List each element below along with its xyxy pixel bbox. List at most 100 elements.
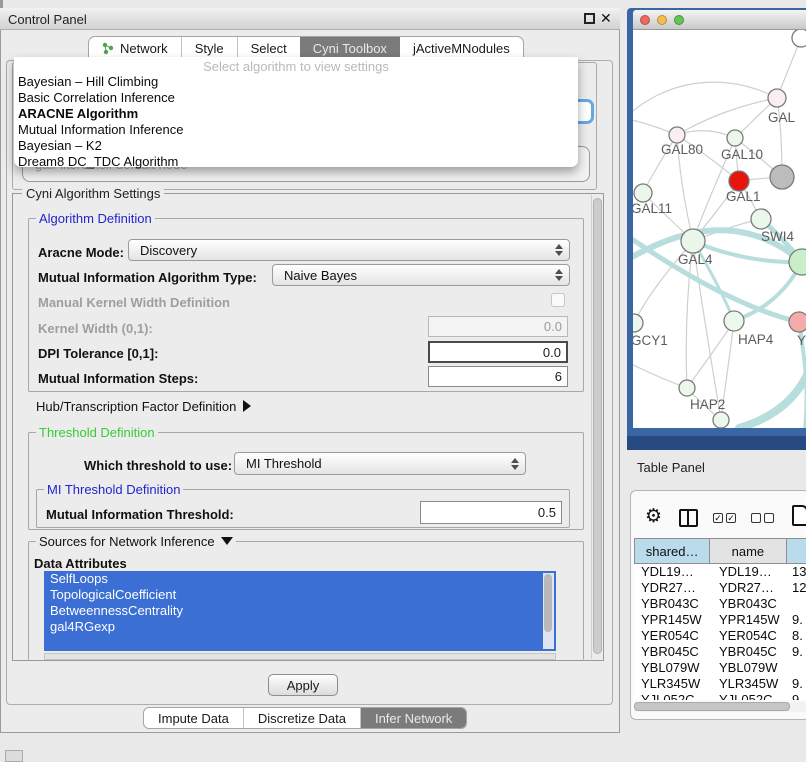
network-edge[interactable]: [633, 360, 687, 388]
gear-icon[interactable]: ⚙: [645, 505, 662, 528]
mi-steps-field[interactable]: 6: [428, 366, 568, 387]
tab-jactivemnodules[interactable]: jActiveMNodules: [400, 37, 523, 59]
tab-impute-data[interactable]: Impute Data: [144, 708, 243, 728]
network-node[interactable]: [792, 30, 806, 47]
mi-type-label: Mutual Information Algorithm Type:: [38, 270, 257, 285]
kernel-width-field[interactable]: 0.0: [428, 316, 568, 337]
network-node-gal4[interactable]: [681, 229, 705, 253]
apply-button[interactable]: Apply: [268, 674, 338, 696]
network-edge[interactable]: [777, 38, 801, 98]
network-icon: [102, 42, 115, 55]
hub-factor-label: Hub/Transcription Factor Definition: [36, 399, 236, 414]
table-row[interactable]: YJL052CYJL052C9: [634, 692, 806, 700]
deselect-all-icon[interactable]: [751, 513, 774, 523]
network-node-swi4[interactable]: [751, 209, 771, 229]
network-edge[interactable]: [633, 82, 777, 120]
sources-title[interactable]: Sources for Network Inference: [36, 534, 236, 549]
column-header-name[interactable]: name: [710, 538, 786, 564]
network-canvas[interactable]: GALGAL80GAL10GAL1GAL11SWI4GAL4GCY1HAP4YH…: [633, 30, 806, 428]
table-row[interactable]: YBR045CYBR045C9.: [634, 644, 806, 660]
new-table-icon[interactable]: [792, 505, 806, 526]
manual-kernel-checkbox[interactable]: [551, 293, 565, 307]
network-node-y[interactable]: [789, 312, 806, 332]
attribute-item[interactable]: BetweennessCentrality: [44, 603, 556, 619]
network-node-hap4[interactable]: [724, 311, 744, 331]
settings-scrollbar[interactable]: [591, 195, 603, 659]
attributes-scrollbar-thumb[interactable]: [544, 574, 552, 632]
tab-discretize-data[interactable]: Discretize Data: [243, 708, 360, 728]
network-node-gal11[interactable]: [634, 184, 652, 202]
network-node[interactable]: [713, 412, 729, 428]
tab-infer-network[interactable]: Infer Network: [360, 708, 466, 728]
algorithm-option[interactable]: ARACNE Algorithm: [14, 106, 578, 122]
node-label: GAL: [768, 110, 796, 125]
attributes-hscrollbar[interactable]: [44, 653, 556, 660]
network-node-gcy1[interactable]: [633, 314, 643, 332]
node-label: GCY1: [633, 333, 668, 348]
control-panel-titlebar[interactable]: [0, 8, 620, 30]
network-node-hap2[interactable]: [679, 380, 695, 396]
table-cell: YBL079W: [712, 660, 790, 676]
network-node[interactable]: [770, 165, 794, 189]
algorithm-option[interactable]: Basic Correlation Inference: [14, 90, 578, 106]
network-node-gal80[interactable]: [669, 127, 685, 143]
table-row[interactable]: YBL079WYBL079W: [634, 660, 806, 676]
algorithm-option[interactable]: Dream8 DC_TDC Algorithm: [14, 154, 578, 170]
table-row[interactable]: YDL19…YDL19…13: [634, 564, 806, 580]
aracne-mode-label: Aracne Mode:: [38, 245, 124, 260]
algorithm-dropdown-popup: Select algorithm to view settings Bayesi…: [14, 57, 578, 167]
node-label: HAP4: [738, 332, 774, 347]
network-node-gal[interactable]: [768, 89, 786, 107]
close-traffic-light[interactable]: [640, 15, 650, 25]
table-cell: YJL052C: [712, 692, 790, 700]
table-row[interactable]: YBR043CYBR043C: [634, 596, 806, 612]
algorithm-option[interactable]: Bayesian – K2: [14, 138, 578, 154]
network-node-gal1[interactable]: [729, 171, 749, 191]
table-hscrollbar[interactable]: [634, 702, 806, 712]
which-threshold-combobox[interactable]: MI Threshold: [234, 452, 526, 475]
select-all-icon[interactable]: ✓✓: [713, 513, 736, 523]
float-window-icon[interactable]: [584, 13, 595, 24]
network-edge[interactable]: [677, 131, 735, 138]
hub-factor-section[interactable]: Hub/Transcription Factor Definition: [36, 399, 251, 414]
stepper-arrows-icon: [554, 244, 563, 256]
attribute-item[interactable]: TopologicalCoefficient: [44, 587, 556, 603]
table-row[interactable]: YER054CYER054C8.: [634, 628, 806, 644]
network-node-gal10[interactable]: [727, 130, 743, 146]
column-header-partial[interactable]: [787, 538, 806, 564]
network-window-titlebar[interactable]: [633, 10, 806, 30]
corner-grip[interactable]: [5, 750, 23, 762]
tab-style[interactable]: Style: [181, 37, 237, 59]
table-row[interactable]: YDR27…YDR27…12: [634, 580, 806, 596]
dpi-tolerance-field[interactable]: 0.0: [428, 341, 568, 363]
attributes-scrollbar[interactable]: [543, 573, 554, 649]
mi-type-combobox[interactable]: Naive Bayes: [272, 264, 570, 286]
table-cell: 9: [790, 692, 806, 700]
collapsed-arrow-icon[interactable]: [243, 400, 251, 412]
threshold-title: Threshold Definition: [36, 425, 158, 440]
table-row[interactable]: YPR145WYPR145W9.: [634, 612, 806, 628]
network-graph: GALGAL80GAL10GAL1GAL11SWI4GAL4GCY1HAP4YH…: [633, 30, 806, 428]
expanded-arrow-icon[interactable]: [221, 537, 233, 545]
network-edge[interactable]: [677, 98, 777, 135]
mi-threshold-field[interactable]: 0.5: [420, 501, 562, 524]
data-attributes-list[interactable]: SelfLoopsTopologicalCoefficientBetweenne…: [44, 571, 556, 651]
tab-cyni-toolbox[interactable]: Cyni Toolbox: [300, 37, 400, 59]
minimize-traffic-light[interactable]: [657, 15, 667, 25]
columns-icon[interactable]: [679, 509, 698, 527]
attribute-item[interactable]: SelfLoops: [44, 571, 556, 587]
network-edge-thick[interactable]: [739, 360, 806, 428]
attribute-item[interactable]: gal4RGexp: [44, 619, 556, 635]
algorithm-option[interactable]: Bayesian – Hill Climbing: [14, 74, 578, 90]
column-header-shared[interactable]: shared…: [634, 538, 710, 564]
table-cell: YPR145W: [634, 612, 712, 628]
maximize-traffic-light[interactable]: [674, 15, 684, 25]
tab-select[interactable]: Select: [237, 37, 300, 59]
close-icon[interactable]: ✕: [600, 10, 612, 27]
tab-network[interactable]: Network: [89, 37, 181, 59]
aracne-mode-combobox[interactable]: Discovery: [128, 239, 570, 261]
table-row[interactable]: YLR345WYLR345W9.: [634, 676, 806, 692]
algorithm-option[interactable]: Mutual Information Inference: [14, 122, 578, 138]
settings-scrollbar-thumb[interactable]: [593, 198, 602, 654]
table-hscrollbar-thumb[interactable]: [634, 702, 790, 711]
